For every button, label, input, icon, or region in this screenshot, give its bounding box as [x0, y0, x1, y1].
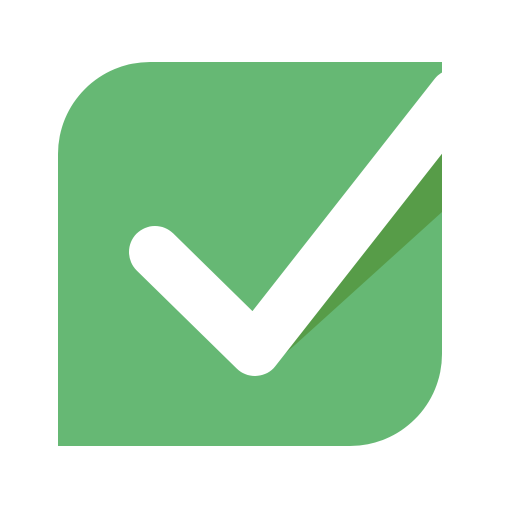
checkmark-icon: [0, 0, 512, 512]
edge-mask-shape: [0, 0, 512, 62]
app-icon-canvas: [0, 0, 512, 512]
edge-mask-shape: [442, 0, 512, 512]
